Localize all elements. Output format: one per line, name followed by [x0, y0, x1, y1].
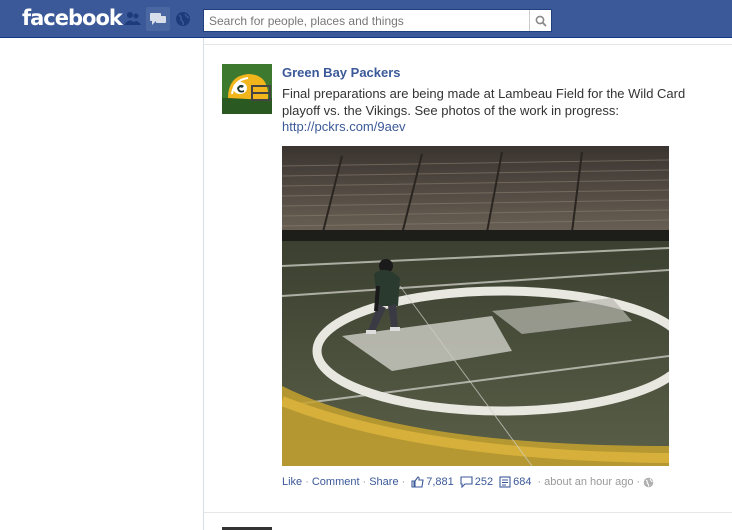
- story-separator-bottom: [204, 512, 732, 513]
- share-link[interactable]: Share: [369, 476, 398, 488]
- comment-icon: [460, 476, 473, 488]
- left-column-divider: [203, 38, 204, 530]
- search-icon: [535, 15, 547, 27]
- page-avatar[interactable]: [222, 64, 272, 114]
- top-bar: facebook: [0, 0, 732, 38]
- post-timestamp[interactable]: about an hour ago: [544, 476, 633, 488]
- post-actions: Like · Comment · Share · 7,881 252 684 ·…: [282, 476, 654, 488]
- thumbs-up-icon: [411, 476, 424, 488]
- comments-count[interactable]: 252: [460, 476, 493, 488]
- messages-icon[interactable]: [146, 7, 170, 31]
- post-author[interactable]: Green Bay Packers: [282, 65, 401, 80]
- post-link[interactable]: http://pckrs.com/9aev: [282, 119, 406, 134]
- facebook-logo[interactable]: facebook: [22, 6, 123, 30]
- public-globe-icon[interactable]: [643, 477, 654, 488]
- story-separator-top: [204, 44, 732, 45]
- search-button[interactable]: [529, 10, 551, 31]
- search-input[interactable]: [204, 10, 529, 31]
- likes-count[interactable]: 7,881: [411, 476, 454, 488]
- search-box: [203, 9, 552, 32]
- comment-link[interactable]: Comment: [312, 476, 360, 488]
- post-message: Final preparations are being made at Lam…: [282, 86, 686, 118]
- friend-requests-icon[interactable]: [121, 7, 145, 31]
- share-icon: [499, 476, 511, 488]
- notifications-globe-icon[interactable]: [171, 7, 195, 31]
- like-link[interactable]: Like: [282, 476, 302, 488]
- shares-count[interactable]: 684: [499, 476, 532, 488]
- post-photo[interactable]: [282, 146, 669, 466]
